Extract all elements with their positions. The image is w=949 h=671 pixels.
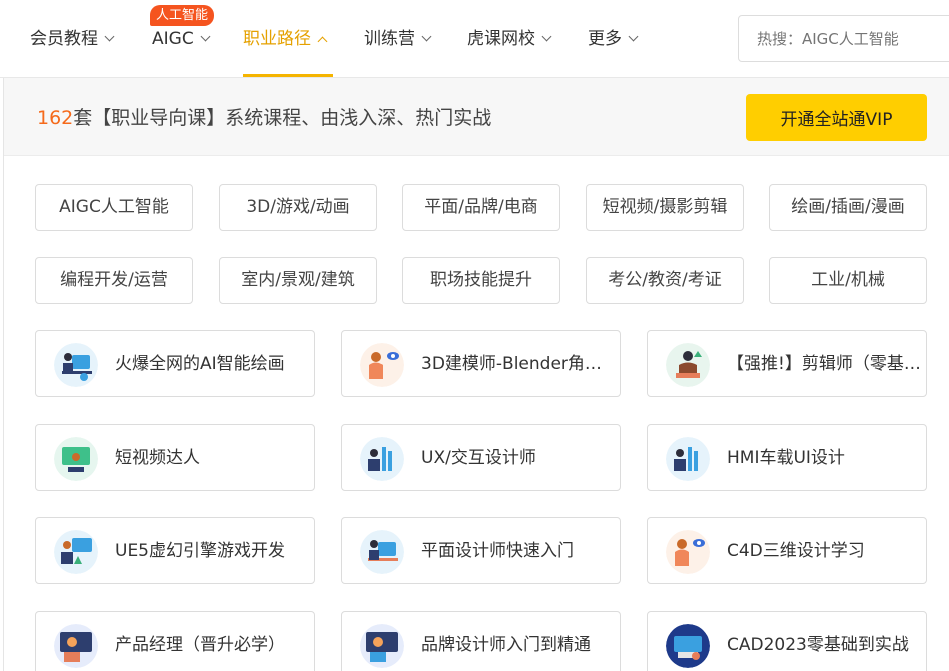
person-seated-icon — [360, 437, 404, 481]
nav-item-label: 虎课网校 — [467, 29, 535, 49]
category-tag[interactable]: 3D/游戏/动画 — [219, 184, 377, 231]
open-vip-button[interactable]: 开通全站通VIP — [746, 94, 927, 141]
person-with-laptop-icon — [666, 624, 710, 668]
course-title: 火爆全网的AI智能绘画 — [115, 354, 285, 374]
category-tag[interactable]: 室内/景观/建筑 — [219, 257, 377, 304]
nav-item-label: AIGC — [152, 29, 194, 49]
chevron-down-icon — [200, 31, 211, 42]
aigc-badge: 人工智能 — [150, 5, 215, 26]
category-tag[interactable]: 考公/教资/考证 — [586, 257, 744, 304]
course-card[interactable]: UX/交互设计师 — [341, 424, 621, 491]
course-card[interactable]: CAD2023零基础到实战 — [647, 611, 927, 671]
chevron-down-icon — [421, 31, 432, 42]
category-tag[interactable]: 职场技能提升 — [402, 257, 560, 304]
course-title: 短视频达人 — [115, 448, 200, 468]
banner-text: 162套【职业导向课】系统课程、由浅入深、热门实战 — [37, 105, 491, 131]
course-card[interactable]: 火爆全网的AI智能绘画 — [35, 330, 315, 397]
course-title: UE5虚幻引擎游戏开发 — [115, 541, 285, 561]
course-card[interactable]: 平面设计师快速入门 — [341, 517, 621, 584]
category-tag[interactable]: 短视频/摄影剪辑 — [586, 184, 744, 231]
promo-banner: 162套【职业导向课】系统课程、由浅入深、热门实战 开通全站通VIP — [4, 78, 949, 156]
course-card[interactable]: 【强推!】剪辑师（零基础入门） — [647, 330, 927, 397]
course-title: CAD2023零基础到实战 — [727, 635, 909, 655]
category-tag[interactable]: AIGC人工智能 — [35, 184, 193, 231]
active-tab-underline — [243, 74, 333, 77]
nav-item-career-path[interactable]: 职业路径 — [243, 27, 328, 51]
category-tag[interactable]: 绘画/插画/漫画 — [769, 184, 927, 231]
chevron-down-icon — [541, 31, 552, 42]
course-card[interactable]: C4D三维设计学习 — [647, 517, 927, 584]
nav-item-label: 职业路径 — [243, 29, 311, 49]
course-title: 产品经理（晋升必学） — [115, 635, 285, 655]
nav-item-aigc[interactable]: AIGC — [152, 27, 211, 51]
course-card[interactable]: 品牌设计师入门到精通 — [341, 611, 621, 671]
person-at-desk-icon — [360, 530, 404, 574]
nav-item-label: 训练营 — [364, 29, 415, 49]
course-card[interactable]: 3D建模师-Blender角色建模 — [341, 330, 621, 397]
person-at-monitor-icon — [54, 437, 98, 481]
nav-item-online-school[interactable]: 虎课网校 — [467, 27, 552, 51]
person-at-desk-icon — [54, 343, 98, 387]
chevron-up-icon — [317, 36, 328, 47]
chevron-down-icon — [104, 31, 115, 42]
nav-item-label: 更多 — [588, 29, 622, 49]
person-with-chart-icon — [666, 343, 710, 387]
course-title: 【强推!】剪辑师（零基础入门） — [727, 354, 922, 374]
person-seated-icon — [666, 437, 710, 481]
course-title: HMI车载UI设计 — [727, 448, 845, 468]
chevron-down-icon — [628, 31, 639, 42]
course-title: 3D建模师-Blender角色建模 — [421, 354, 616, 374]
course-card[interactable]: UE5虚幻引擎游戏开发 — [35, 517, 315, 584]
category-tag[interactable]: 编程开发/运营 — [35, 257, 193, 304]
course-card[interactable]: 产品经理（晋升必学） — [35, 611, 315, 671]
nav-item-more[interactable]: 更多 — [588, 27, 639, 51]
course-title: 平面设计师快速入门 — [421, 541, 574, 561]
person-with-board-icon — [360, 624, 404, 668]
course-count: 162 — [37, 107, 74, 129]
category-tag[interactable]: 平面/品牌/电商 — [402, 184, 560, 231]
search-input[interactable] — [738, 15, 949, 62]
top-nav: 会员教程 AIGC 人工智能 职业路径 训练营 虎课网校 更多 — [0, 0, 949, 78]
person-with-board-icon — [54, 624, 98, 668]
course-title: UX/交互设计师 — [421, 448, 536, 468]
person-with-eye-icon — [666, 530, 710, 574]
course-title: 品牌设计师入门到精通 — [421, 635, 591, 655]
nav-item-member-tutorial[interactable]: 会员教程 — [30, 27, 115, 51]
course-card[interactable]: HMI车载UI设计 — [647, 424, 927, 491]
career-path-dropdown: 162套【职业导向课】系统课程、由浅入深、热门实战 开通全站通VIP AIGC人… — [3, 78, 949, 671]
banner-description: 套【职业导向课】系统课程、由浅入深、热门实战 — [73, 107, 492, 129]
course-card[interactable]: 短视频达人 — [35, 424, 315, 491]
nav-item-training-camp[interactable]: 训练营 — [364, 27, 432, 51]
person-with-monitor-icon — [54, 530, 98, 574]
category-tag[interactable]: 工业/机械 — [769, 257, 927, 304]
course-title: C4D三维设计学习 — [727, 541, 865, 561]
person-with-eye-icon — [360, 343, 404, 387]
nav-item-label: 会员教程 — [30, 29, 98, 49]
